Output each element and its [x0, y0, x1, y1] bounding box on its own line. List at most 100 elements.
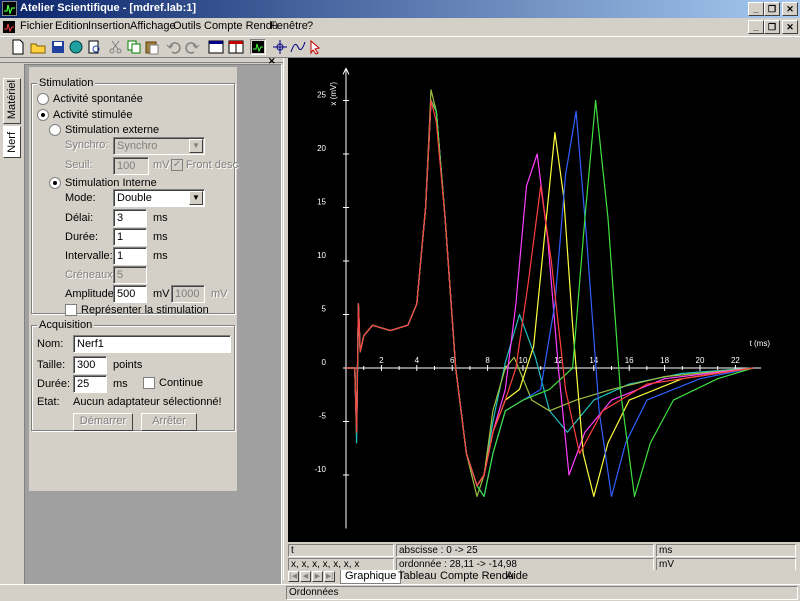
new-file-icon[interactable] — [10, 39, 26, 55]
internal-stimulation-radio[interactable] — [49, 177, 61, 189]
stimulation-legend: Stimulation — [37, 77, 96, 89]
taille-input[interactable]: 300 — [73, 356, 107, 374]
tab-aide[interactable]: Aide — [502, 570, 532, 584]
y-tick-label: -5 — [319, 412, 327, 421]
chevron-down-icon[interactable]: ▼ — [189, 191, 203, 205]
duree-stim-input[interactable]: 1 — [113, 228, 147, 246]
duree-acq-input[interactable]: 25 — [73, 375, 107, 393]
document-icon[interactable] — [2, 20, 16, 34]
vertical-tabs: Matériel Nerf — [0, 64, 24, 586]
minimize-button[interactable]: _ — [748, 2, 764, 16]
next-page-icon[interactable]: ▶ — [312, 571, 323, 582]
menu-affichage[interactable]: Affichage — [130, 20, 176, 32]
series-line-7 — [346, 99, 754, 487]
represent-stim-checkbox[interactable] — [65, 304, 77, 316]
series-line-2 — [346, 89, 754, 497]
tab-graphique[interactable]: Graphique — [340, 570, 402, 584]
synchro-select[interactable]: Synchro ▼ — [113, 137, 205, 155]
menu-compte-rendu[interactable]: Compte Rendu — [204, 20, 278, 32]
stop-button[interactable]: Arrêter — [141, 413, 197, 431]
prev-page-icon[interactable]: ◀ — [300, 571, 311, 582]
tab-materiel[interactable]: Matériel — [3, 78, 21, 124]
seuil-input[interactable]: 100 — [113, 157, 149, 175]
menu-outils[interactable]: Outils — [173, 20, 201, 32]
x-tick-label: 8 — [485, 356, 490, 365]
splitter[interactable] — [283, 58, 287, 580]
graph-mode-icon[interactable] — [250, 39, 266, 55]
spontaneous-radio[interactable] — [37, 93, 49, 105]
title-bar[interactable]: Atelier Scientifique - [mdref.lab:1] _ ❐… — [0, 0, 800, 18]
app-icon[interactable] — [2, 1, 17, 16]
continue-label: Continue — [159, 377, 204, 389]
duree-stim-label: Durée: — [65, 231, 99, 243]
table-view-icon[interactable] — [228, 39, 244, 55]
graph-area[interactable]: 2 4 6 8 10 12 14 16 18 20 22 25 20 15 10 5 0 -5 -10 x (mV)… — [288, 58, 800, 542]
cut-icon[interactable] — [108, 39, 124, 55]
amplitude2-input[interactable]: 1000 — [171, 285, 205, 303]
chart-series — [346, 89, 754, 497]
creneaux-input[interactable]: 5 — [113, 266, 147, 284]
x-tick-label: 2 — [379, 356, 384, 365]
menu-insertion[interactable]: Insertion — [88, 20, 130, 32]
save-icon[interactable] — [50, 39, 66, 55]
menu-help[interactable]: ? — [307, 20, 313, 32]
global-icon[interactable] — [68, 39, 84, 55]
intervalle-unit: ms — [153, 250, 168, 262]
start-button[interactable]: Démarrer — [73, 413, 133, 431]
x-tick-label: 22 — [731, 356, 740, 365]
last-page-icon[interactable]: ▶| — [324, 571, 335, 582]
y-tick-label: -10 — [314, 465, 326, 474]
delai-label: Délai: — [65, 212, 94, 224]
doc-restore-button[interactable]: ❐ — [764, 20, 780, 34]
open-folder-icon[interactable] — [30, 39, 46, 55]
synchro-value: Synchro — [117, 140, 158, 152]
cursor-tool-icon[interactable] — [272, 39, 288, 55]
menu-edition[interactable]: Edition — [55, 20, 89, 32]
acquisition-legend: Acquisition — [37, 319, 95, 331]
amplitude2-unit: mV — [211, 288, 228, 300]
first-page-icon[interactable]: |◀ — [288, 571, 299, 582]
nom-label: Nom: — [37, 338, 64, 350]
y-tick-label: 20 — [317, 144, 326, 153]
amplitude-input[interactable]: 500 — [113, 285, 147, 303]
menu-fichier[interactable]: Fichier — [20, 20, 53, 32]
external-stimulation-radio[interactable] — [49, 124, 61, 136]
restore-button[interactable]: ❐ — [764, 2, 780, 16]
curve-fit-icon[interactable] — [290, 39, 306, 55]
undo-icon[interactable] — [166, 39, 182, 55]
delai-input[interactable]: 3 — [113, 209, 147, 227]
print-preview-icon[interactable] — [86, 39, 102, 55]
continue-checkbox[interactable] — [143, 377, 155, 389]
y-tick-label: 10 — [317, 251, 326, 260]
paste-icon[interactable] — [144, 39, 160, 55]
pointer-icon[interactable] — [308, 39, 324, 55]
nom-input[interactable]: Nerf1 — [73, 335, 231, 353]
tab-nerf[interactable]: Nerf — [3, 126, 21, 158]
window-title: Atelier Scientifique - [mdref.lab:1] — [20, 2, 197, 14]
oscilloscope-chart[interactable]: 2 4 6 8 10 12 14 16 18 20 222520151050-5-10 x (mV)… — [288, 58, 800, 542]
x-tick-label: 4 — [415, 356, 420, 365]
status-text: Ordonnées — [286, 586, 798, 600]
front-desc-checkbox[interactable]: ✓ — [171, 159, 183, 171]
etat-value: Aucun adaptateur sélectionné! — [73, 396, 222, 408]
window-view-icon[interactable] — [208, 39, 224, 55]
chevron-down-icon[interactable]: ▼ — [189, 139, 203, 153]
doc-minimize-button[interactable]: _ — [748, 20, 764, 34]
intervalle-input[interactable]: 1 — [113, 247, 147, 265]
y-axis-label: x (mV) — [329, 82, 338, 106]
mode-select[interactable]: Double ▼ — [113, 189, 205, 207]
amplitude-label: Amplitude: — [65, 288, 117, 300]
represent-stim-label: Représenter la stimulation — [81, 304, 209, 316]
synchro-label: Synchro: — [65, 139, 109, 151]
tab-tableau[interactable]: Tableau — [394, 570, 441, 584]
series-line-1 — [346, 99, 754, 487]
stimulated-radio[interactable] — [37, 109, 49, 121]
doc-close-button[interactable]: ✕ — [782, 20, 798, 34]
menu-fenetre[interactable]: Fenêtre — [270, 20, 308, 32]
x-tick-label: 18 — [660, 356, 669, 365]
copy-icon[interactable] — [126, 39, 142, 55]
close-button[interactable]: ✕ — [782, 2, 798, 16]
bottom-tabs: |◀ ◀ ▶ ▶| Graphique Tableau Compte Rendu… — [286, 570, 800, 584]
redo-icon[interactable] — [184, 39, 200, 55]
x-variable-box[interactable]: t — [288, 544, 394, 557]
